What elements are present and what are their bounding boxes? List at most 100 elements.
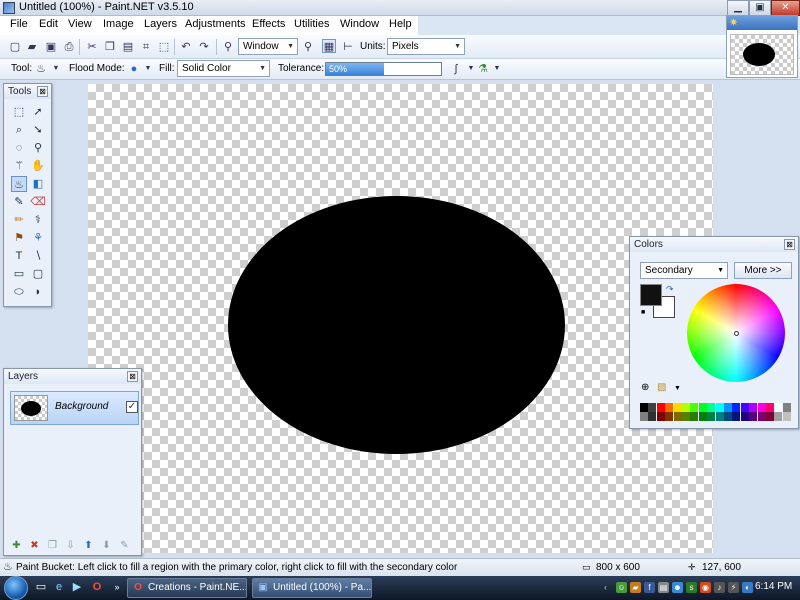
paint-bucket-icon[interactable]: ♨ <box>34 62 48 76</box>
opera-icon[interactable]: O <box>90 580 104 594</box>
recolor-icon[interactable]: ⚘ <box>30 230 46 246</box>
expand-quicklaunch-icon[interactable]: » <box>110 580 124 594</box>
pencil-icon[interactable]: ✏ <box>11 212 27 228</box>
start-button[interactable] <box>4 576 28 600</box>
delete-layer-icon[interactable]: ✖ <box>28 539 41 552</box>
palette-swatch[interactable] <box>656 412 665 421</box>
blend-mode-icon[interactable]: ⚗ <box>476 62 490 76</box>
save-icon[interactable]: ▣ <box>44 40 58 54</box>
undo-icon[interactable]: ↶ <box>179 40 193 54</box>
paintbrush-icon[interactable]: ✎ <box>11 194 27 210</box>
palette-swatch[interactable] <box>648 403 657 412</box>
palette-swatch[interactable] <box>698 412 707 421</box>
menu-image[interactable]: Image <box>101 18 136 30</box>
chevron-down-icon[interactable]: ▼ <box>49 62 63 76</box>
cut-icon[interactable]: ✂ <box>85 40 99 54</box>
task-creations[interactable]: O Creations - Paint.NE... <box>127 578 247 598</box>
paste-icon[interactable]: ▤ <box>121 40 135 54</box>
internet-explorer-icon[interactable]: e <box>52 580 66 594</box>
add-palette-color-icon[interactable]: ⊕ <box>641 382 649 393</box>
zoom-in-icon[interactable]: ⚲ <box>301 40 315 54</box>
grid-toggle-icon[interactable]: ▦ <box>322 39 336 53</box>
ellipse-icon[interactable]: ⬭ <box>11 284 27 300</box>
rectangle-icon[interactable]: ▭ <box>11 266 27 282</box>
menu-edit[interactable]: Edit <box>37 18 60 30</box>
palette-swatch[interactable] <box>640 412 648 421</box>
tray-skype-icon[interactable]: s <box>686 582 697 593</box>
palette-swatch[interactable] <box>766 412 774 421</box>
text-icon[interactable]: T <box>11 248 27 264</box>
gradient-icon[interactable]: ◧ <box>30 176 46 192</box>
palette-swatch[interactable] <box>715 403 724 412</box>
lasso-select-icon[interactable]: ⌕ <box>11 122 27 138</box>
palette-swatch[interactable] <box>749 403 758 412</box>
freeform-shape-icon[interactable]: ◗ <box>30 284 46 300</box>
menu-file[interactable]: File <box>8 18 30 30</box>
menu-window[interactable]: Window <box>338 18 381 30</box>
task-paintnet[interactable]: ▣ Untitled (100%) - Pa... <box>252 578 372 598</box>
palette-swatch[interactable] <box>715 412 724 421</box>
palette-swatch[interactable] <box>782 412 791 421</box>
new-file-icon[interactable]: ▢ <box>8 40 22 54</box>
image-thumbnail[interactable]: ✷ <box>726 15 798 78</box>
color-picker-icon[interactable]: ⚕ <box>30 212 46 228</box>
tolerance-slider[interactable]: 50% <box>325 62 442 76</box>
palette-swatch[interactable] <box>707 412 716 421</box>
rectangle-select-icon[interactable]: ⬚ <box>11 104 27 120</box>
tray-update-icon[interactable]: ◐ <box>742 582 753 593</box>
menu-adjustments[interactable]: Adjustments <box>183 18 248 30</box>
menu-layers[interactable]: Layers <box>142 18 179 30</box>
palette-swatch[interactable] <box>656 403 665 412</box>
primary-color-swatch[interactable] <box>640 284 662 306</box>
palette-swatch[interactable] <box>665 403 674 412</box>
tray-security-icon[interactable]: ◉ <box>700 582 711 593</box>
palette-swatch[interactable] <box>690 403 699 412</box>
line-curve-icon[interactable]: ∖ <box>30 248 46 264</box>
palette-swatch[interactable] <box>749 412 758 421</box>
tray-volume-icon[interactable]: ♪ <box>714 582 725 593</box>
chevron-down-icon[interactable]: ▼ <box>490 62 504 76</box>
tray-facebook-icon[interactable]: f <box>644 582 655 593</box>
merge-layer-down-icon[interactable]: ⇩ <box>64 539 77 552</box>
palette-menu-icon[interactable]: ▧ <box>657 382 666 393</box>
layer-item-background[interactable]: Background ✓ <box>10 391 139 425</box>
magic-wand-icon[interactable]: ⚚ <box>11 158 27 174</box>
rulers-icon[interactable]: ⊢ <box>341 40 355 54</box>
palette-swatch[interactable] <box>640 403 648 412</box>
palette-swatch[interactable] <box>740 403 749 412</box>
palette-swatch[interactable] <box>774 412 783 421</box>
menu-help[interactable]: Help <box>387 18 414 30</box>
tray-app-icon[interactable]: ☺ <box>616 582 627 593</box>
palette-swatch[interactable] <box>682 412 690 421</box>
palette-swatch[interactable] <box>740 412 749 421</box>
paint-bucket-icon[interactable]: ♨ <box>11 176 27 192</box>
menu-utilities[interactable]: Utilities <box>292 18 331 30</box>
palette-swatch[interactable] <box>673 412 682 421</box>
color-target-select[interactable]: Secondary ▼ <box>640 262 728 279</box>
duplicate-layer-icon[interactable]: ❐ <box>46 539 59 552</box>
colors-close-button[interactable]: ⊠ <box>784 239 795 250</box>
move-selection-icon[interactable]: ➚ <box>30 104 46 120</box>
palette-swatch[interactable] <box>707 403 716 412</box>
eraser-icon[interactable]: ⌫ <box>30 194 46 210</box>
chevron-down-icon[interactable]: ▼ <box>141 62 155 76</box>
print-icon[interactable]: ⎙ <box>62 40 76 54</box>
tray-network-icon[interactable]: ▤ <box>658 582 669 593</box>
palette-swatch[interactable] <box>766 403 774 412</box>
maximize-button[interactable]: ▣ <box>749 0 771 16</box>
palette-swatch[interactable] <box>732 412 741 421</box>
palette-swatch[interactable] <box>648 412 657 421</box>
crop-icon[interactable]: ⌗ <box>139 40 153 54</box>
tray-messenger-icon[interactable]: ☻ <box>672 582 683 593</box>
palette-swatch[interactable] <box>757 412 766 421</box>
palette-swatch[interactable] <box>698 403 707 412</box>
antialiasing-icon[interactable]: ∫ <box>449 62 463 76</box>
add-layer-icon[interactable]: ✚ <box>10 539 23 552</box>
menu-view[interactable]: View <box>66 18 94 30</box>
move-layer-up-icon[interactable]: ⬆ <box>82 539 95 552</box>
open-folder-icon[interactable]: ▰ <box>25 40 39 54</box>
tray-power-icon[interactable]: ⚡ <box>728 582 739 593</box>
image-canvas[interactable] <box>88 84 713 553</box>
units-combo[interactable]: Pixels ▼ <box>387 38 465 55</box>
globe-icon[interactable]: ● <box>127 62 141 76</box>
